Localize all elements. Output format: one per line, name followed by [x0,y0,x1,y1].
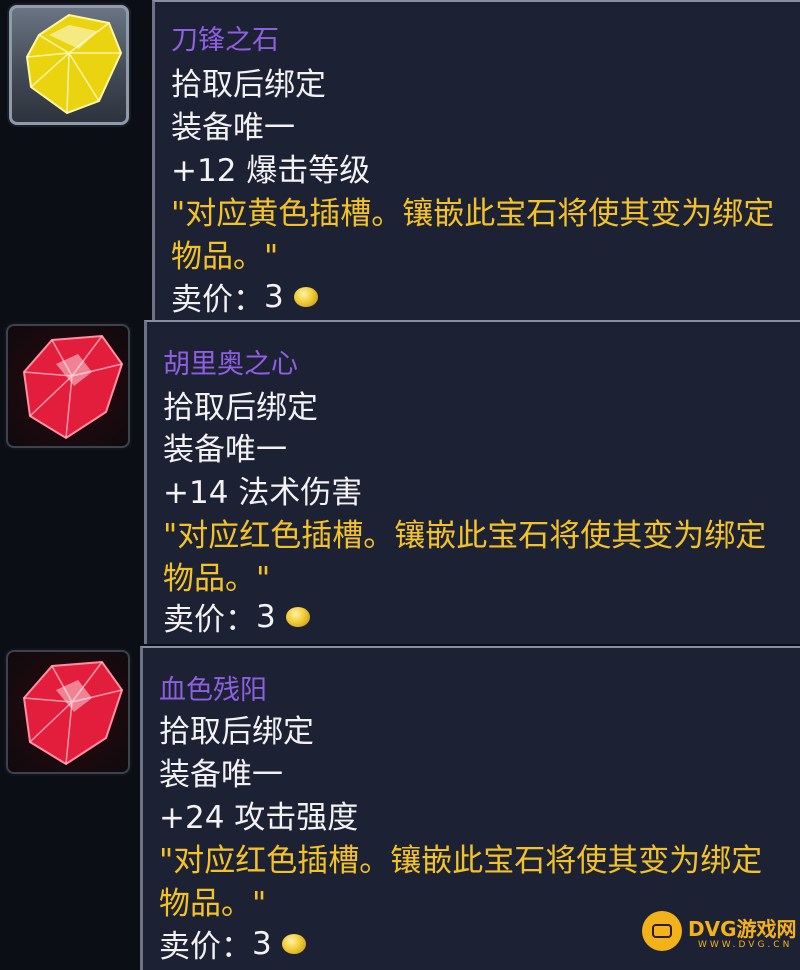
gold-coin-icon [281,933,306,954]
binding-text: 拾取后绑定 [171,67,326,103]
flavor-text: "对应红色插槽。镶嵌此宝石将使其变为绑定 [163,518,767,554]
sell-price: 卖价： 3 [163,594,310,639]
unique-text: 装备唯一 [171,110,295,146]
price-label: 卖价： [163,602,256,638]
stat-text: +14 法术伤害 [163,475,363,511]
price-label: 卖价： [159,929,252,965]
item-entry-1: 刀锋之石 拾取后绑定 装备唯一 +12 爆击等级 "对应黄色插槽。镶嵌此宝石将使… [0,0,800,320]
watermark-text: DVG游戏网 [688,917,797,941]
gem-icon-frame[interactable] [9,5,129,125]
price-label: 卖价： [171,282,264,318]
price-value: 3 [264,278,284,315]
flavor-text-2: 物品。" [171,239,279,275]
site-watermark: DVG游戏网 WWW.DVG.CN [642,908,797,958]
item-tooltip: 刀锋之石 拾取后绑定 装备唯一 +12 爆击等级 "对应黄色插槽。镶嵌此宝石将使… [152,0,800,320]
item-name: 刀锋之石 [171,25,279,56]
unique-text: 装备唯一 [159,757,283,793]
flavor-text-2: 物品。" [159,886,267,922]
red-gem-icon [22,334,124,440]
item-name: 胡里奥之心 [163,349,298,380]
yellow-gem-icon [25,13,123,115]
flavor-text: "对应黄色插槽。镶嵌此宝石将使其变为绑定 [171,196,775,232]
item-tooltip: 胡里奥之心 拾取后绑定 装备唯一 +14 法术伤害 "对应红色插槽。镶嵌此宝石将… [144,320,800,644]
flavor-text-2: 物品。" [163,561,271,597]
binding-text: 拾取后绑定 [163,390,318,426]
stat-text: +12 爆击等级 [171,153,371,189]
item-name: 血色残阳 [159,675,267,706]
unique-text: 装备唯一 [163,432,287,468]
gold-coin-icon [293,286,318,307]
gamepad-icon [642,911,682,951]
gold-coin-icon [285,606,310,627]
sell-price: 卖价： 3 [159,921,306,966]
binding-text: 拾取后绑定 [159,714,314,750]
price-value: 3 [252,925,272,962]
item-entry-2: 胡里奥之心 拾取后绑定 装备唯一 +14 法术伤害 "对应红色插槽。镶嵌此宝石将… [0,320,800,644]
gem-icon-frame[interactable] [6,324,130,448]
sell-price: 卖价： 3 [171,274,318,319]
flavor-text: "对应红色插槽。镶嵌此宝石将使其变为绑定 [159,843,763,879]
stat-text: +24 攻击强度 [159,800,359,836]
red-gem-icon [22,660,124,766]
price-value: 3 [256,598,276,635]
watermark-subtext: WWW.DVG.CN [698,940,793,950]
gem-icon-frame[interactable] [6,650,130,774]
